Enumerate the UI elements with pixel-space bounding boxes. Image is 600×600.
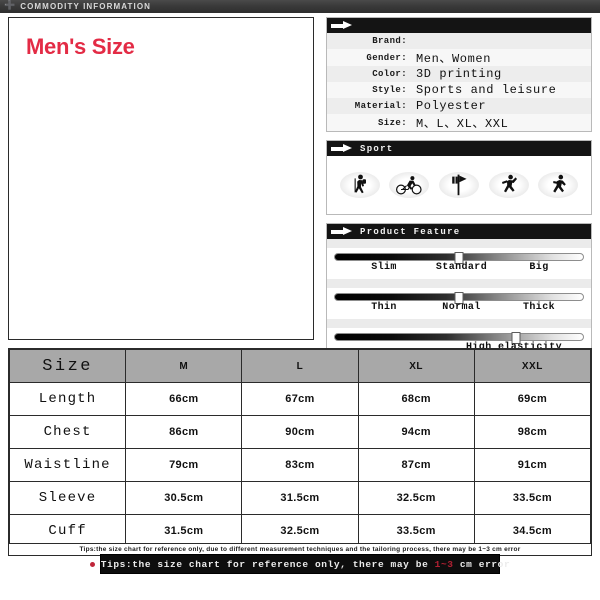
product-image-panel: Men's Size bbox=[8, 17, 314, 340]
cell-value: 30.5cm bbox=[125, 481, 243, 515]
slider-label: Thick bbox=[522, 302, 556, 313]
sport-card: Sport bbox=[326, 140, 592, 215]
spec-value bbox=[412, 33, 591, 49]
row-label: Chest bbox=[8, 415, 127, 449]
column-header-m: M bbox=[125, 349, 243, 383]
thickness-slider[interactable]: Thin Normal Thick bbox=[327, 288, 591, 319]
thickness-slider-track[interactable] bbox=[334, 292, 584, 304]
sport-card-header: Sport bbox=[327, 141, 591, 156]
slider-spacer bbox=[327, 279, 591, 288]
table-row: Style: Sports and leisure bbox=[327, 82, 591, 98]
hiking-icon bbox=[339, 172, 380, 198]
slider-label: Thin bbox=[371, 302, 397, 313]
slider-label: Normal bbox=[442, 302, 481, 313]
cell-value: 87cm bbox=[357, 448, 475, 482]
cell-value: 91cm bbox=[473, 448, 592, 482]
fit-slider-labels: Slim Standard Big bbox=[334, 262, 584, 277]
fit-slider-track[interactable] bbox=[334, 252, 584, 264]
product-feature-card-title: Product Feature bbox=[360, 226, 461, 237]
arrow-right-icon bbox=[331, 144, 353, 153]
page-title: COMMODITY INFORMATION bbox=[20, 2, 152, 11]
climbing-icon bbox=[488, 172, 529, 198]
product-feature-card-header: Product Feature bbox=[327, 224, 591, 239]
arrow-right-icon bbox=[331, 227, 353, 236]
table-header-row: Size M L XL XXL bbox=[8, 349, 592, 383]
sport-icon-row bbox=[327, 156, 591, 214]
fit-slider[interactable]: Slim Standard Big bbox=[327, 248, 591, 279]
row-label: Length bbox=[8, 382, 127, 416]
sport-card-title: Sport bbox=[360, 143, 394, 154]
specification-card-header bbox=[327, 18, 591, 33]
spec-value: M、L、XL、XXL bbox=[416, 117, 509, 131]
cell-value: 94cm bbox=[357, 415, 475, 449]
red-dot-icon bbox=[89, 561, 95, 567]
spec-value: Polyester bbox=[416, 99, 487, 113]
column-header-xxl: XXL bbox=[473, 349, 592, 383]
mens-size-heading: Men's Size bbox=[26, 34, 135, 59]
running-icon bbox=[538, 172, 579, 198]
slider-label: Standard bbox=[435, 262, 488, 273]
spec-label: Size: bbox=[377, 117, 407, 128]
slider-label: Big bbox=[529, 262, 549, 273]
cell-value: 69cm bbox=[473, 382, 592, 416]
table-row: Material: Polyester bbox=[327, 98, 591, 114]
cell-value: 98cm bbox=[473, 415, 592, 449]
tips-banner: Tips:the size chart for reference only, … bbox=[89, 554, 510, 574]
size-chart: Size M L XL XXL Length 66cm 67cm 68cm 69… bbox=[8, 348, 592, 549]
size-chart-table: Size M L XL XXL Length 66cm 67cm 68cm 69… bbox=[8, 349, 592, 548]
table-row: Length 66cm 67cm 68cm 69cm bbox=[8, 382, 592, 416]
cell-value: 33.5cm bbox=[473, 481, 592, 515]
table-row: Size: M、L、XL、XXL bbox=[327, 114, 591, 131]
titlebar: ➕ COMMODITY INFORMATION bbox=[0, 0, 600, 13]
tips-note-text: Tips:the size chart for reference only, … bbox=[79, 546, 521, 553]
column-header-l: L bbox=[241, 349, 359, 383]
cell-value: 83cm bbox=[241, 448, 359, 482]
row-label: Sleeve bbox=[8, 481, 127, 515]
cell-value: 67cm bbox=[241, 382, 359, 416]
cell-value: 86cm bbox=[125, 415, 243, 449]
cell-value: 68cm bbox=[357, 382, 475, 416]
cell-value: 31.5cm bbox=[241, 481, 359, 515]
spec-label: Gender: bbox=[366, 52, 407, 63]
cell-value: 79cm bbox=[125, 448, 243, 482]
slider-spacer bbox=[327, 319, 591, 328]
slider-label: Slim bbox=[371, 262, 397, 273]
table-row: Gender: Men、Women bbox=[327, 49, 591, 66]
golf-flag-icon bbox=[438, 172, 479, 198]
right-column: Brand: Gender: Men、Women Color: 3D print… bbox=[326, 17, 592, 368]
feature-slider-list: Slim Standard Big Thin Normal Thick bbox=[327, 239, 591, 359]
spec-label: Color: bbox=[372, 69, 407, 79]
column-header-size: Size bbox=[8, 349, 127, 383]
row-label: Waistline bbox=[8, 448, 127, 482]
specification-table: Brand: Gender: Men、Women Color: 3D print… bbox=[327, 33, 591, 131]
product-feature-card: Product Feature Slim Standard Big Thin N… bbox=[326, 223, 592, 360]
slider-spacer bbox=[327, 239, 591, 248]
spec-label: Style: bbox=[372, 85, 407, 95]
table-row: Chest 86cm 90cm 94cm 98cm bbox=[8, 415, 592, 449]
elasticity-slider-track[interactable] bbox=[334, 332, 584, 344]
plus-icon[interactable]: ➕ bbox=[4, 2, 15, 11]
table-row: Brand: bbox=[327, 33, 591, 49]
cell-value: 66cm bbox=[125, 382, 243, 416]
commodity-information-page: ➕ COMMODITY INFORMATION Men's Size Brand… bbox=[0, 0, 600, 600]
spec-value: Men、Women bbox=[416, 52, 492, 66]
thickness-slider-labels: Thin Normal Thick bbox=[334, 302, 584, 317]
spec-label: Material: bbox=[354, 101, 407, 111]
table-row: Sleeve 30.5cm 31.5cm 32.5cm 33.5cm bbox=[8, 481, 592, 515]
column-header-xl: XL bbox=[357, 349, 475, 383]
table-row: Color: 3D printing bbox=[327, 66, 591, 82]
spec-label: Brand: bbox=[372, 36, 407, 46]
spec-value: 3D printing bbox=[416, 67, 502, 81]
cell-value: 32.5cm bbox=[357, 481, 475, 515]
table-row: Waistline 79cm 83cm 87cm 91cm bbox=[8, 448, 592, 482]
tips-banner-text: Tips:the size chart for reference only, … bbox=[100, 558, 511, 570]
spec-value: Sports and leisure bbox=[416, 83, 557, 97]
specification-card: Brand: Gender: Men、Women Color: 3D print… bbox=[326, 17, 592, 132]
arrow-right-icon bbox=[331, 21, 353, 30]
cycling-icon bbox=[389, 172, 430, 198]
cell-value: 90cm bbox=[241, 415, 359, 449]
